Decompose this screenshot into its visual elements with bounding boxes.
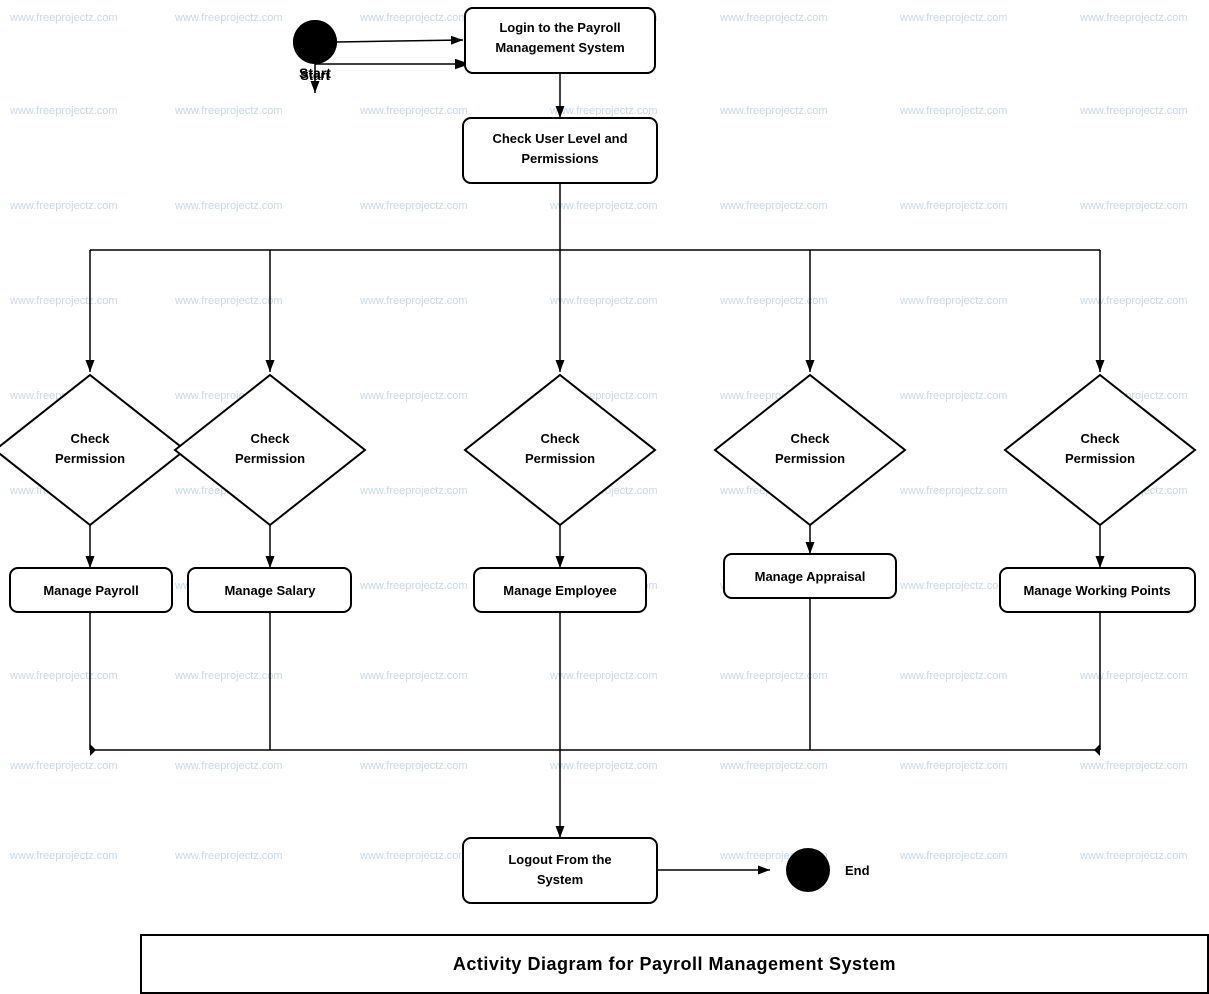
title-bar: Activity Diagram for Payroll Management … [140,934,1209,994]
logout-text-1: Logout From the [508,852,611,867]
diamond-1-text-2: Permission [55,451,125,466]
arrow-start-to-login [337,40,463,42]
diamond-2-text-1: Check [250,431,290,446]
check-user-text-1: Check User Level and [492,131,627,146]
diamond-2-text-2: Permission [235,451,305,466]
diamond-1 [0,375,185,525]
diamond-5 [1005,375,1195,525]
login-text-2: Management System [495,40,624,55]
arr-left-merge [90,744,96,756]
manage-appraisal-text: Manage Appraisal [755,569,866,584]
diamond-4 [715,375,905,525]
diamond-2 [175,375,365,525]
login-text-1: Login to the Payroll [499,20,620,35]
manage-employee-text: Manage Employee [503,583,616,598]
end-circle [786,848,830,892]
diamond-1-text-1: Check [70,431,110,446]
manage-working-points-text: Manage Working Points [1023,583,1170,598]
manage-payroll-text: Manage Payroll [43,583,138,598]
logout-box [463,838,657,903]
diamond-4-text-2: Permission [775,451,845,466]
diamond-4-text-1: Check [790,431,830,446]
manage-salary-text: Manage Salary [224,583,316,598]
diamond-3 [465,375,655,525]
start-node [293,20,337,64]
diamond-5-text-2: Permission [1065,451,1135,466]
check-user-text-2: Permissions [521,151,598,166]
arr-right-merge [1094,744,1100,756]
end-text: End [845,863,870,878]
diamond-3-text-2: Permission [525,451,595,466]
main-diagram: Start Login to the Payroll Management Sy… [0,0,1209,994]
logout-text-2: System [537,872,583,887]
diagram-container: www.freeprojectz.com www.freeprojectz.co… [0,0,1209,994]
diamond-3-text-1: Check [540,431,580,446]
title-bar-text: Activity Diagram for Payroll Management … [453,954,896,975]
diamond-5-text-1: Check [1080,431,1120,446]
